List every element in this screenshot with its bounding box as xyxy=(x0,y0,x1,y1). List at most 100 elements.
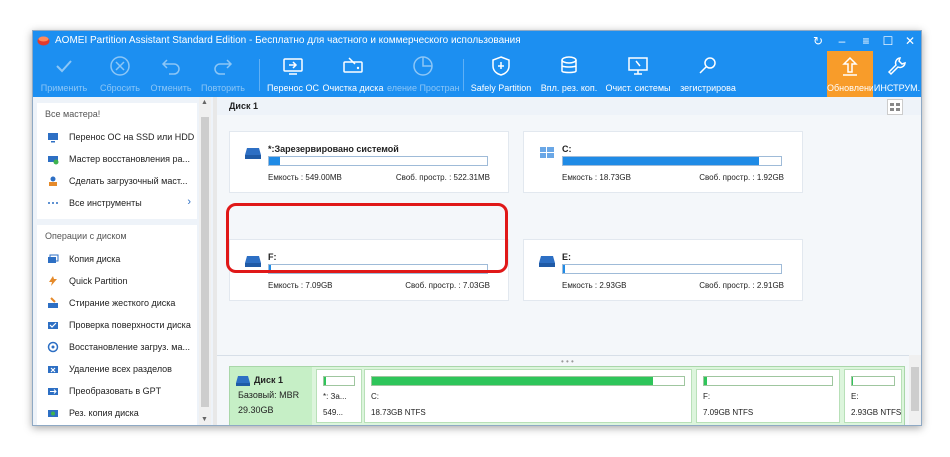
partition-card-reserved[interactable]: *:Зарезервировано системой Емкость : 549… xyxy=(229,131,509,193)
wizards-heading: Все мастера! xyxy=(45,109,101,119)
drive-icon xyxy=(245,148,261,159)
sidebar-scrollbar[interactable]: ▲ ▼ xyxy=(199,97,211,425)
undo-icon xyxy=(161,59,180,75)
toolbar-separator xyxy=(259,59,260,91)
sidebar-item-quick-partition[interactable]: Quick Partition xyxy=(47,273,197,291)
disk-map-info[interactable]: Диск 1 Базовый: MBR 29.30GB xyxy=(230,367,312,425)
rebuild-mbr-icon xyxy=(47,341,59,353)
toolbar-separator xyxy=(463,59,464,91)
partition-card-e[interactable]: E: Емкость : 2.93GB Своб. простр. : 2.91… xyxy=(523,239,803,301)
menu-button[interactable]: ≡ xyxy=(857,33,875,49)
wizards-section: Все мастера! Перенос ОС на SSD или HDD М… xyxy=(37,103,197,219)
backup-disk-icon xyxy=(48,410,58,417)
map-usage-bar-fill xyxy=(704,377,707,385)
migrate-os-button[interactable]: Перенос ОС xyxy=(265,51,321,97)
space-allocation-button[interactable]: еление Простран xyxy=(387,51,459,97)
map-usage-bar-fill xyxy=(324,377,326,385)
backup-button[interactable]: Впл. рез. коп. xyxy=(537,51,601,97)
map-usage-bar xyxy=(851,376,895,386)
sidebar-item-copy-disk[interactable]: Копия диска xyxy=(47,251,197,269)
map-usage-bar-fill xyxy=(852,377,853,385)
disk-cleanup-icon xyxy=(343,57,363,73)
maximize-button[interactable]: ☐ xyxy=(879,33,897,49)
apply-button[interactable]: Применить xyxy=(33,51,95,97)
delete-all-icon xyxy=(48,366,58,373)
system-clean-button[interactable]: Очист. системы xyxy=(603,51,673,97)
map-usage-bar xyxy=(371,376,685,386)
disk-operations-section: Операции с диском Копия диска Quick Part… xyxy=(37,225,197,425)
highlight-annotation xyxy=(226,203,508,273)
discard-button[interactable]: Сбросить xyxy=(91,51,149,97)
windows-icon xyxy=(540,147,554,158)
map-segment-c[interactable]: C: 18.73GB NTFS xyxy=(364,369,692,423)
sidebar-item-convert-gpt[interactable]: Преобразовать в GPT xyxy=(47,383,197,401)
undo-button[interactable]: Отменить xyxy=(145,51,197,97)
title-bar: AOMEI Partition Assistant Standard Editi… xyxy=(33,31,921,51)
update-button[interactable]: Обновление xyxy=(827,51,873,97)
tools-button[interactable]: ИНСТРУМ. xyxy=(873,51,921,97)
backup-icon xyxy=(561,56,577,74)
sidebar-item-all-tools[interactable]: Все инструменты › xyxy=(47,195,197,213)
usage-bar xyxy=(268,156,488,166)
view-toggle-icon[interactable] xyxy=(887,99,903,115)
map-segment-reserved[interactable]: *: За... 549... xyxy=(316,369,362,423)
map-usage-bar xyxy=(703,376,833,386)
disk-cleanup-button[interactable]: Очистка диска xyxy=(319,51,387,97)
wipe-icon xyxy=(48,297,58,308)
usage-bar-fill xyxy=(269,157,280,165)
wrench-icon xyxy=(887,57,906,76)
disk-title: Диск 1 xyxy=(229,101,258,111)
checkmark-icon xyxy=(56,60,72,73)
copy-disk-icon xyxy=(48,254,59,263)
refresh-icon[interactable]: ↻ xyxy=(809,33,827,49)
sidebar: Все мастера! Перенос ОС на SSD или HDD М… xyxy=(33,97,213,425)
shield-icon xyxy=(492,56,510,76)
scroll-up-icon[interactable]: ▲ xyxy=(201,99,208,106)
resize-grip-icon[interactable]: • • • xyxy=(561,357,574,366)
migrate-icon xyxy=(48,133,58,143)
search-icon xyxy=(699,57,716,74)
drive-icon xyxy=(236,376,250,386)
sidebar-item-partition-recovery[interactable]: Мастер восстановления ра... xyxy=(47,151,197,169)
surface-test-icon xyxy=(48,322,58,329)
discard-icon xyxy=(110,56,130,76)
disk-map-scrollbar[interactable] xyxy=(909,355,921,425)
scroll-down-icon[interactable]: ▼ xyxy=(201,416,208,423)
map-usage-bar-fill xyxy=(372,377,653,385)
map-usage-bar xyxy=(323,376,355,386)
usage-bar-fill xyxy=(563,157,760,165)
sidebar-item-bootable-media[interactable]: Сделать загрузочный маст... xyxy=(47,173,197,191)
sidebar-item-rebuild-mbr[interactable]: Восстановление загруз. ма... xyxy=(47,339,197,357)
convert-gpt-icon xyxy=(48,388,58,395)
monitor-clean-icon xyxy=(628,57,648,75)
register-button[interactable]: зегистрирова xyxy=(673,51,743,97)
sidebar-item-surface-test[interactable]: Проверка поверхности диска xyxy=(47,317,197,335)
map-segment-f[interactable]: F: 7.09GB NTFS xyxy=(696,369,840,423)
migrate-os-icon xyxy=(283,58,303,75)
bootable-icon xyxy=(49,176,57,186)
recover-icon xyxy=(48,156,59,165)
disk-ops-heading: Операции с диском xyxy=(45,231,127,241)
sidebar-item-migrate-os[interactable]: Перенос ОС на SSD или HDD xyxy=(47,129,197,147)
drive-icon xyxy=(539,256,555,267)
redo-icon xyxy=(214,59,233,75)
usage-bar xyxy=(562,156,782,166)
disk-map-scroll-thumb[interactable] xyxy=(911,367,919,411)
close-button[interactable]: ✕ xyxy=(901,33,919,49)
sidebar-item-delete-all-partitions[interactable]: Удаление всех разделов xyxy=(47,361,197,379)
toolbar: Применить Сбросить Отменить Повторить Пе… xyxy=(33,51,921,97)
window-title: AOMEI Partition Assistant Standard Editi… xyxy=(55,35,521,46)
chevron-right-icon: › xyxy=(187,196,191,208)
sidebar-item-wipe-disk[interactable]: Стирание жесткого диска xyxy=(47,295,197,313)
minimize-button[interactable]: – xyxy=(833,33,851,49)
update-arrow-icon xyxy=(842,56,858,76)
partition-card-c[interactable]: C: Емкость : 18.73GB Своб. простр. : 1.9… xyxy=(523,131,803,193)
dots-icon xyxy=(48,202,58,204)
redo-button[interactable]: Повторить xyxy=(195,51,251,97)
sidebar-item-backup-disk[interactable]: Рез. копия диска xyxy=(47,405,197,423)
quick-partition-icon xyxy=(49,276,57,286)
sidebar-scroll-thumb[interactable] xyxy=(201,117,209,407)
safely-partition-button[interactable]: Safely Partition xyxy=(467,51,535,97)
map-segment-e[interactable]: E: 2.93GB NTFS xyxy=(844,369,902,423)
app-logo-icon xyxy=(37,36,50,46)
